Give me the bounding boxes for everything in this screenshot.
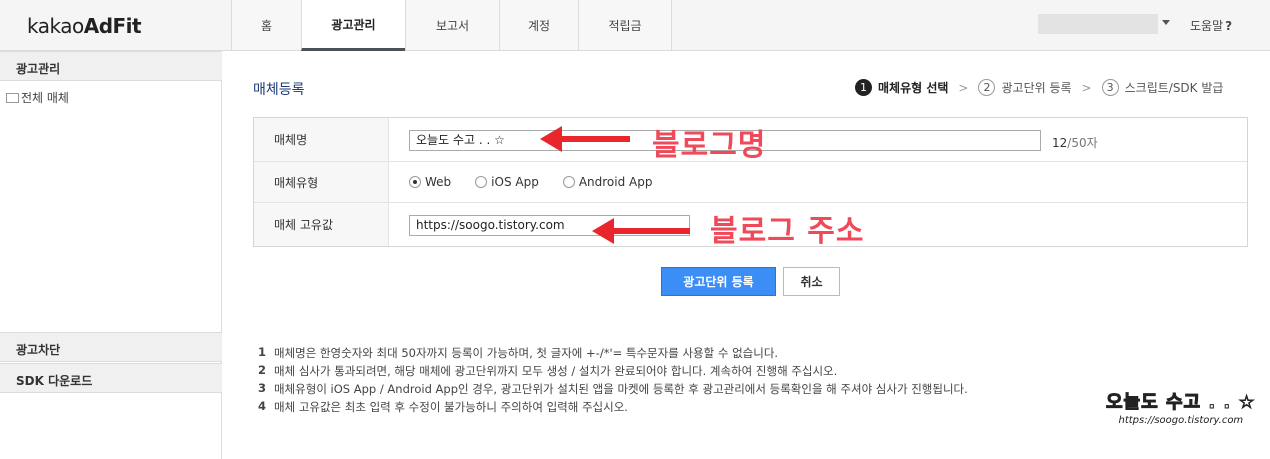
media-type-radio-group: Web iOS App Android App	[409, 175, 676, 189]
step-1-label: 매체유형 선택	[878, 81, 949, 95]
chevron-right-icon: >	[1081, 80, 1092, 95]
help-label: 도움말	[1190, 19, 1224, 33]
note-number: 4	[258, 399, 267, 413]
nav-home[interactable]: 홈	[231, 0, 301, 50]
question-icon: ?	[1225, 19, 1233, 33]
note-text: 매체 심사가 통과되려면, 해당 매체에 광고단위까지 모두 생성 / 설치가 …	[274, 364, 838, 378]
radio-web-circle[interactable]	[409, 176, 421, 188]
step-3-number: 3	[1101, 79, 1119, 96]
nav-reports[interactable]: 보고서	[405, 0, 499, 50]
step-2-number: 2	[978, 79, 996, 96]
note-text: 매체명은 한영숫자와 최대 50자까지 등록이 가능하며, 첫 글자에 +-/*…	[274, 346, 779, 360]
annotation-blog-name: 블로그명	[652, 128, 767, 163]
char-counter: 12/50자	[1052, 134, 1098, 151]
sidebar-item-ad-block[interactable]: 광고차단	[0, 332, 222, 362]
radio-android-label: Android App	[578, 175, 653, 189]
sidebar: 광고관리 전체 매체 광고차단 SDK 다운로드	[0, 51, 222, 459]
media-name-label: 매체명	[254, 118, 389, 161]
blog-watermark: 오늘도 수고 . . ☆ https://soogo.tistory.com	[1106, 388, 1256, 427]
guidance-notes: 1 매체명은 한영숫자와 최대 50자까지 등록이 가능하며, 첫 글자에 +-/…	[258, 345, 968, 417]
step-2-label: 광고단위 등록	[1001, 81, 1072, 95]
char-count-limit: /50자	[1067, 136, 1098, 150]
radio-web[interactable]: Web	[409, 175, 451, 189]
note-number: 3	[258, 381, 267, 395]
note-number: 1	[258, 345, 267, 359]
radio-android-circle[interactable]	[562, 176, 575, 188]
note-item: 3 매체유형이 iOS App / Android App인 경우, 광고단위가 …	[258, 381, 968, 399]
note-text: 매체 고유값은 최초 입력 후 수정이 불가능하니 주의하여 입력해 주십시오.	[274, 400, 628, 414]
nav-ad-management[interactable]: 광고관리	[301, 0, 405, 51]
radio-web-label: Web	[425, 175, 452, 189]
nav-reserve[interactable]: 적립금	[578, 0, 672, 50]
step-1-number: 1	[855, 79, 872, 96]
radio-ios[interactable]: iOS App	[475, 175, 539, 189]
cancel-button[interactable]: 취소	[783, 267, 840, 296]
arrow-left-icon	[592, 218, 690, 244]
arrow-left-icon	[540, 126, 630, 152]
watermark-title: 오늘도 수고 . . ☆	[1106, 392, 1256, 414]
sidebar-header-ad-management[interactable]: 광고관리	[0, 51, 222, 81]
media-type-label: 매체유형	[254, 162, 389, 202]
radio-ios-label: iOS App	[491, 175, 539, 189]
note-number: 2	[258, 363, 267, 377]
tree-item-label: 전체 매체	[21, 91, 69, 105]
radio-ios-circle[interactable]	[475, 176, 488, 188]
folder-icon	[6, 92, 19, 103]
unique-value-label: 매체 고유값	[254, 203, 389, 246]
arrow-head	[592, 218, 614, 244]
sidebar-item-sdk-download[interactable]: SDK 다운로드	[0, 363, 222, 393]
note-item: 2 매체 심사가 통과되려면, 해당 매체에 광고단위까지 모두 생성 / 설치가…	[258, 363, 968, 381]
arrow-shaft	[612, 228, 690, 234]
form-row-media-type: 매체유형 Web iOS App Android App	[254, 162, 1247, 203]
page-title: 매체등록	[253, 82, 305, 98]
annotation-blog-address: 블로그 주소	[710, 214, 865, 249]
arrow-shaft	[560, 136, 630, 142]
sidebar-tree-item-all-media[interactable]: 전체 매체	[6, 89, 69, 106]
kakao-adfit-logo[interactable]: kakaoAdFit	[27, 14, 142, 38]
note-text: 매체유형이 iOS App / Android App인 경우, 광고단위가 설…	[274, 382, 968, 396]
register-ad-unit-button[interactable]: 광고단위 등록	[661, 267, 776, 296]
char-count-current: 12	[1052, 136, 1068, 150]
help-link[interactable]: 도움말?	[1190, 17, 1232, 34]
arrow-head	[540, 126, 562, 152]
watermark-url: https://soogo.tistory.com	[1118, 415, 1244, 426]
chevron-right-icon: >	[958, 80, 969, 95]
main-nav: 홈 광고관리 보고서 계정 적립금	[231, 0, 672, 51]
logo-light-text: kakao	[27, 14, 84, 38]
note-item: 1 매체명은 한영숫자와 최대 50자까지 등록이 가능하며, 첫 글자에 +-/…	[258, 345, 968, 363]
step-3-label: 스크립트/SDK 발급	[1124, 81, 1224, 95]
step-indicator: 1 매체유형 선택 > 2 광고단위 등록 > 3 스크립트/SDK 발급	[855, 79, 1223, 96]
logo-bold-text: AdFit	[83, 14, 142, 38]
note-item: 4 매체 고유값은 최초 입력 후 수정이 불가능하니 주의하여 입력해 주십시오…	[258, 399, 968, 417]
account-name-blurred[interactable]	[1038, 14, 1158, 34]
nav-account[interactable]: 계정	[499, 0, 578, 50]
radio-android[interactable]: Android App	[562, 175, 653, 189]
chevron-down-icon[interactable]	[1162, 20, 1170, 25]
top-navigation-bar: kakaoAdFit 홈 광고관리 보고서 계정 적립금 도움말?	[0, 0, 1270, 51]
